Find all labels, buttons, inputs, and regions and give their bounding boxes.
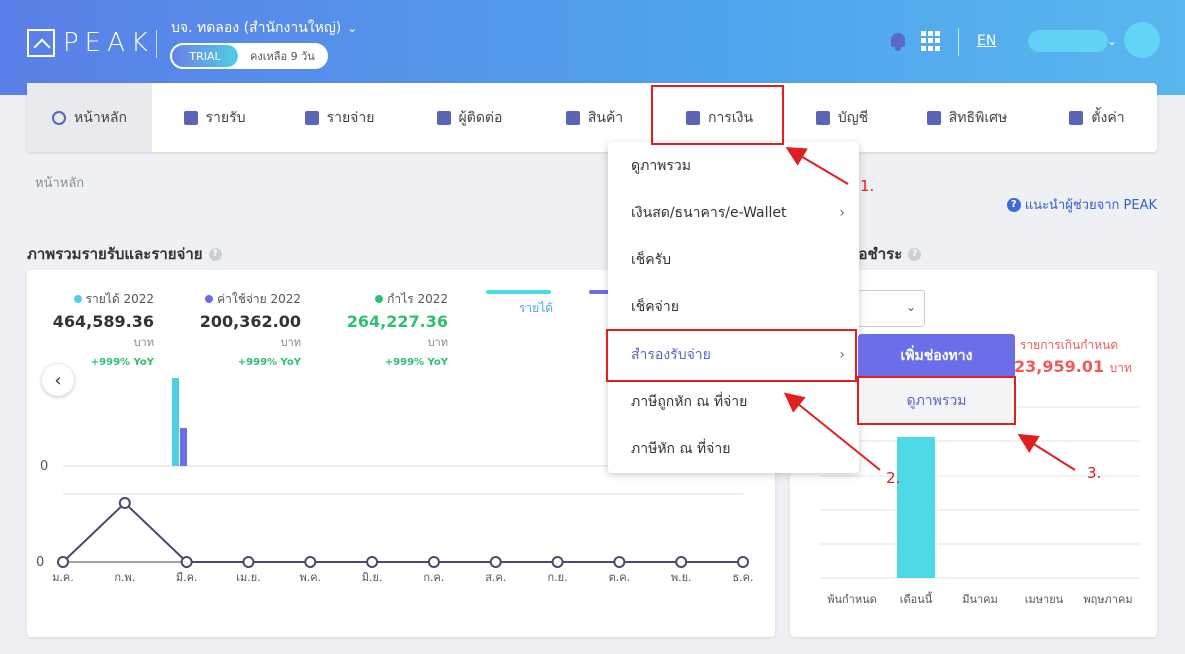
annotation-label-1: 1. xyxy=(860,177,875,195)
arrow-3 xyxy=(1017,433,1076,471)
annotation-label-2: 2. xyxy=(886,469,901,487)
arrow-2 xyxy=(783,392,881,471)
annotation-arrows xyxy=(783,146,1076,471)
arrow-1 xyxy=(785,146,849,185)
annotation-label-3: 3. xyxy=(1087,464,1102,482)
